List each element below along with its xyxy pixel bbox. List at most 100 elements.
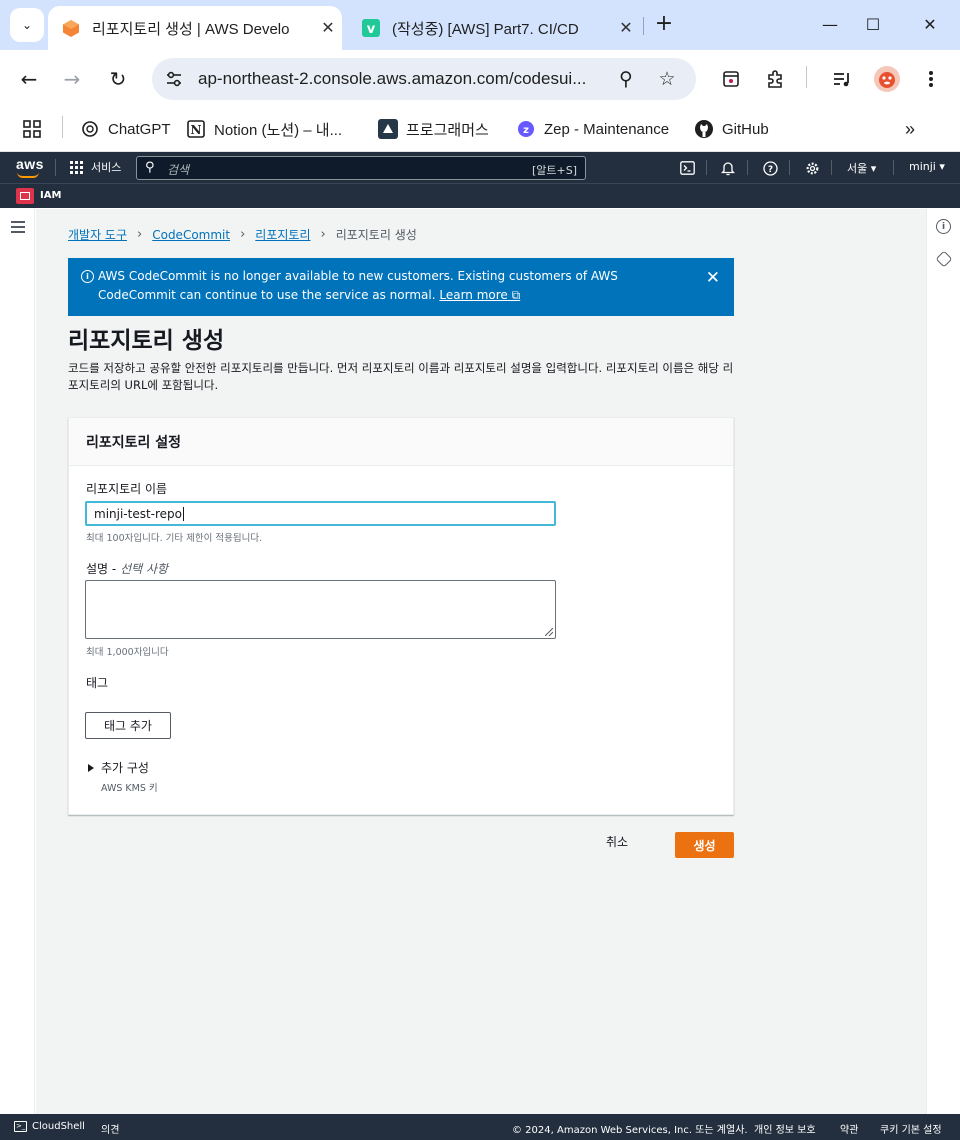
repository-settings-panel: 리포지토리 설정 리포지토리 이름 minji-test-repo 최대 100… [68,417,734,815]
cloudshell-icon[interactable] [678,159,696,177]
close-icon[interactable]: ✕ [314,18,342,38]
feedback-link[interactable]: 의견 [101,1121,119,1136]
extensions-icon[interactable] [762,66,788,92]
services-grid-icon [70,160,83,174]
media-control-icon[interactable] [829,66,855,92]
nav-divider [831,160,832,175]
caret-right-icon [88,763,94,772]
favorite-iam-link[interactable]: IAM [40,190,61,201]
nav-divider [747,160,748,175]
url-text: ap-northeast-2.console.aws.amazon.com/co… [198,69,587,88]
zoom-icon[interactable]: ⚲ [614,67,638,91]
feedback-hex-icon[interactable] [935,250,953,268]
toolbar-separator [806,66,807,88]
bookmark-notion[interactable]: N Notion (노션) – 내... [186,116,342,142]
velog-favicon-icon: v [362,19,380,37]
cloudshell-icon: >_ [14,1121,27,1132]
bookmark-github[interactable]: GitHub [694,116,769,142]
cloudshell-link[interactable]: CloudShell [32,1121,85,1132]
aws-top-nav: aws 서비스 ⚲ 검색 [알트+S] ? 서울 ▾ minji ▾ [0,152,960,183]
chevron-right-icon: › [240,227,246,242]
account-menu[interactable]: minji ▾ [909,160,945,173]
tab-inactive[interactable]: v (작성중) [AWS] Part7. CI/CD ✕ [348,6,640,50]
hamburger-menu-icon[interactable] [11,221,25,236]
resize-handle-icon[interactable] [545,628,553,636]
nav-divider [893,160,894,175]
description-textarea[interactable] [85,580,556,639]
tab-separator [643,17,644,35]
aws-favorites-bar: IAM [0,183,960,208]
bookmark-star-icon[interactable]: ☆ [655,67,679,91]
create-button[interactable]: 생성 [675,832,734,858]
close-icon[interactable]: ✕ [706,268,720,288]
learn-more-label: Learn more [439,288,508,302]
nav-divider [706,160,707,175]
page-description: 코드를 저장하고 공유할 안전한 리포지토리를 만듭니다. 먼저 리포지토리 이… [68,361,734,392]
aws-search-input[interactable]: ⚲ 검색 [알트+S] [136,156,586,180]
minimize-icon[interactable]: — [815,10,845,40]
svg-text:?: ? [767,165,772,175]
notifications-bell-icon[interactable] [719,159,737,177]
services-menu-button[interactable]: 서비스 [70,159,121,175]
breadcrumb-repositories[interactable]: 리포지토리 [255,226,310,243]
privacy-link[interactable]: 개인 정보 보호 [754,1121,816,1136]
flash-message: AWS CodeCommit is no longer available to… [98,267,658,305]
search-shortcut: [알트+S] [531,164,577,177]
bookmark-zep[interactable]: z Zep - Maintenance [516,116,669,142]
tags-label: 태그 [86,676,109,690]
bookmarks-overflow-icon[interactable]: » [905,116,915,142]
profile-avatar[interactable] [874,66,900,92]
forward-arrow-icon[interactable]: → [57,64,87,94]
aws-tab-favicon-icon [62,19,80,37]
tab-title: 리포지토리 생성 | AWS Develo [92,20,290,38]
bookmarks-separator [62,116,63,138]
tab-active[interactable]: 리포지토리 생성 | AWS Develo ✕ [48,6,342,50]
cookie-preferences-link[interactable]: 쿠키 기본 설정 [880,1121,942,1136]
tab-search-button[interactable]: ⌄ [10,8,44,42]
repository-name-hint: 최대 100자입니다. 기타 제한이 적용됩니다. [86,533,263,544]
aws-logo[interactable]: aws [16,156,44,172]
services-label: 서비스 [91,161,122,174]
new-tab-button[interactable]: + [650,11,678,39]
breadcrumb-current: 리포지토리 생성 [335,228,417,242]
info-flash-banner: i AWS CodeCommit is no longer available … [68,258,734,316]
terms-link[interactable]: 약관 [840,1121,858,1136]
add-tag-button[interactable]: 태그 추가 [85,712,171,739]
bookmarks-bar: ChatGPT N Notion (노션) – 내... 프로그래머스 z Ze… [0,108,960,152]
cancel-button[interactable]: 취소 [606,833,628,853]
tab-organizer-icon[interactable] [718,66,744,92]
right-tools-rail: i [926,209,960,1114]
site-info-icon[interactable] [164,69,184,89]
chevron-right-icon: › [137,227,143,242]
settings-gear-icon[interactable] [803,159,821,177]
bookmark-label: Notion (노션) – 내... [214,121,343,139]
info-icon[interactable]: i [936,219,951,234]
bookmark-programmers[interactable]: 프로그래머스 [378,116,489,142]
browser-toolbar: ← → ↻ ap-northeast-2.console.aws.amazon.… [0,50,960,108]
iam-service-icon[interactable] [16,188,34,204]
maximize-icon[interactable]: ☐ [858,10,888,40]
learn-more-link[interactable]: Learn more ⧉ [439,288,520,302]
svg-text:N: N [191,123,202,137]
bookmark-chatgpt[interactable]: ChatGPT [80,116,171,142]
region-selector[interactable]: 서울 ▾ [847,160,876,176]
repository-name-input[interactable]: minji-test-repo [85,501,556,526]
back-arrow-icon[interactable]: ← [14,64,44,94]
breadcrumb: 개발자 도구 › CodeCommit › 리포지토리 › 리포지토리 생성 [68,226,417,243]
bookmark-label: Zep - Maintenance [544,120,670,138]
breadcrumb-codecommit[interactable]: CodeCommit [152,228,230,242]
aws-smile-logo-icon [17,172,39,178]
nav-divider [55,159,56,176]
left-nav-rail [0,209,35,1114]
breadcrumb-developer-tools[interactable]: 개발자 도구 [68,226,127,243]
window-close-icon[interactable]: ✕ [915,10,945,40]
reload-icon[interactable]: ↻ [103,64,133,94]
address-bar[interactable]: ap-northeast-2.console.aws.amazon.com/co… [152,58,696,100]
apps-grid-icon[interactable] [22,116,42,142]
additional-config-expander[interactable]: 추가 구성 [88,759,149,776]
browser-menu-icon[interactable] [918,66,944,92]
close-icon[interactable]: ✕ [612,18,640,38]
additional-config-label: 추가 구성 [101,761,149,775]
help-icon[interactable]: ? [761,159,779,177]
search-icon: ⚲ [145,160,155,175]
